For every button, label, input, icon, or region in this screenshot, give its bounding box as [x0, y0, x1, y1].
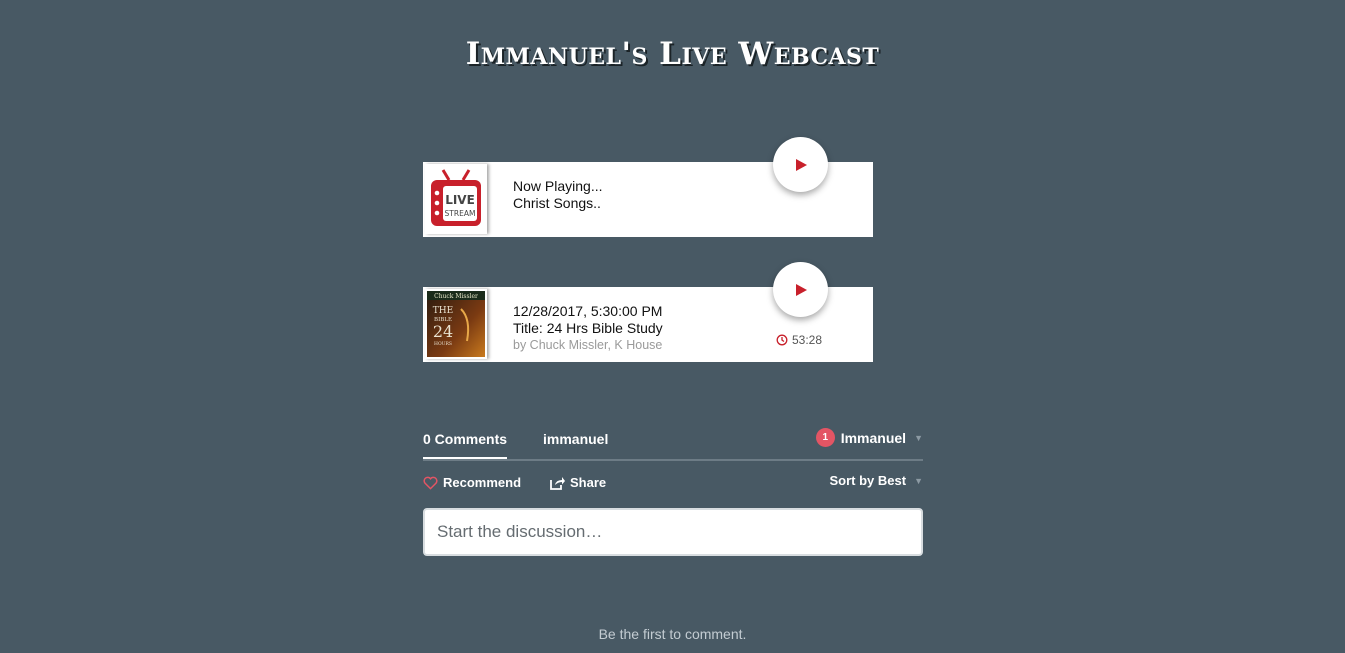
- clock-icon: [776, 334, 788, 346]
- chevron-down-icon[interactable]: ▼: [914, 433, 923, 443]
- sort-dropdown[interactable]: Sort by Best ▼: [830, 473, 924, 488]
- svg-text:HOURS: HOURS: [434, 341, 452, 347]
- svg-text:LIVE: LIVE: [445, 193, 475, 207]
- live-stream-thumbnail: LIVE STREAM: [425, 164, 487, 234]
- comment-tabs: 0 Comments immanuel 1 Immanuel ▼: [423, 424, 923, 461]
- comments-section: 0 Comments immanuel 1 Immanuel ▼ Recomme…: [423, 424, 923, 556]
- now-playing-card: LIVE STREAM Now Playing... Christ Songs.…: [423, 137, 873, 237]
- sort-label: Sort by Best: [829, 473, 907, 488]
- recommend-label: Recommend: [443, 475, 522, 490]
- now-playing-title: Christ Songs..: [513, 195, 601, 211]
- live-tv-icon: LIVE STREAM: [427, 166, 485, 232]
- book-cover-icon: Chuck Missler THE BIBLE 24 HOURS: [427, 291, 485, 357]
- discussion-input[interactable]: [423, 508, 923, 556]
- empty-comments-message: Be the first to comment.: [598, 626, 747, 642]
- svg-text:THE: THE: [433, 306, 453, 316]
- play-icon: [795, 283, 807, 296]
- share-icon: [550, 476, 565, 490]
- user-name[interactable]: Immanuel: [841, 430, 906, 446]
- play-recording-button[interactable]: [773, 262, 828, 317]
- svg-text:24: 24: [433, 322, 453, 341]
- tab-comments[interactable]: 0 Comments: [423, 431, 508, 459]
- bible-study-thumbnail: Chuck Missler THE BIBLE 24 HOURS: [425, 289, 487, 359]
- broadcast-author: by Chuck Missler, K House: [513, 338, 663, 352]
- share-label: Share: [570, 475, 607, 490]
- page-title: Immanuel's Live Webcast: [465, 36, 880, 72]
- comment-actions: Recommend Share Sort by Best ▼: [423, 461, 923, 501]
- bible-study-text: 12/28/2017, 5:30:00 PM Title: 24 Hrs Bib…: [513, 303, 663, 354]
- svg-text:STREAM: STREAM: [445, 209, 476, 218]
- broadcast-title: Title: 24 Hrs Bible Study: [513, 320, 663, 336]
- user-menu[interactable]: 1 Immanuel ▼: [815, 428, 923, 447]
- heart-icon: [423, 476, 438, 490]
- duration-value: 53:28: [792, 333, 823, 347]
- play-icon: [795, 158, 807, 171]
- chevron-down-icon: ▼: [914, 475, 923, 486]
- recommend-button[interactable]: Recommend: [423, 475, 521, 490]
- bible-study-card: Chuck Missler THE BIBLE 24 HOURS 12/28/2…: [423, 262, 873, 362]
- svg-text:Chuck Missler: Chuck Missler: [434, 293, 478, 300]
- now-playing-text: Now Playing... Christ Songs..: [513, 178, 602, 212]
- play-live-button[interactable]: [773, 137, 828, 192]
- notification-badge[interactable]: 1: [815, 428, 835, 447]
- duration: 53:28: [776, 333, 822, 347]
- tab-community[interactable]: immanuel: [543, 431, 608, 447]
- broadcast-date: 12/28/2017, 5:30:00 PM: [513, 303, 663, 319]
- share-button[interactable]: Share: [550, 475, 606, 490]
- now-playing-label: Now Playing...: [513, 178, 603, 194]
